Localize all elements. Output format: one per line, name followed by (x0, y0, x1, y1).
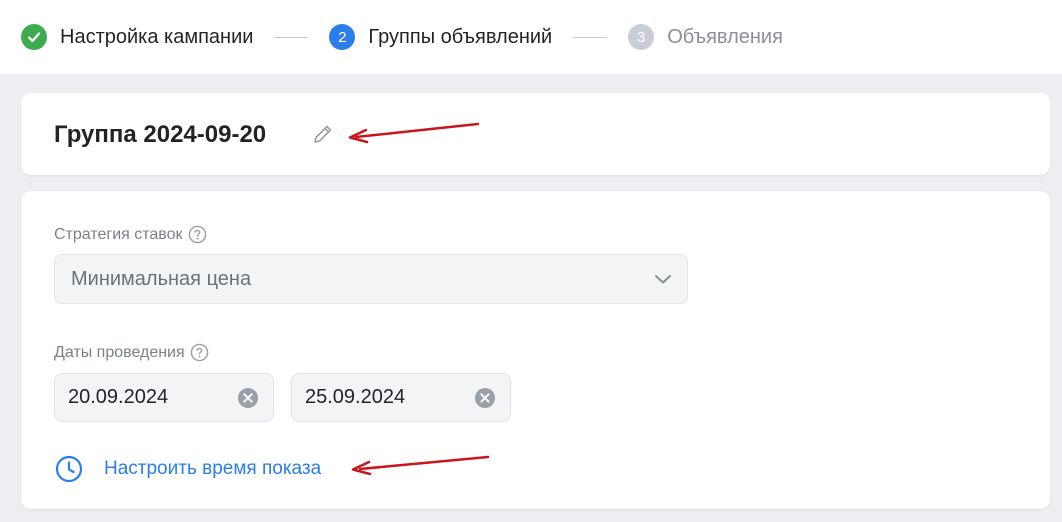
step-number: 3 (628, 24, 655, 50)
strategy-field-label: Стратегия ставок (54, 225, 207, 244)
annotation-arrow-icon (351, 455, 490, 476)
strategy-select[interactable]: Минимальная цена (54, 254, 688, 304)
configure-schedule-label: Настроить время показа (104, 458, 322, 479)
dates-field-label: Даты проведения (54, 343, 209, 362)
question-icon[interactable] (190, 343, 209, 362)
clock-icon (55, 455, 83, 483)
end-date-input[interactable]: 25.09.2024 (291, 373, 511, 422)
check-icon (21, 24, 47, 50)
dates-label: Даты проведения (54, 343, 185, 361)
clear-icon[interactable] (237, 387, 259, 409)
campaign-stepper: Настройка кампании 2 Группы объявлений 3… (0, 0, 1062, 74)
configure-schedule-link[interactable]: Настроить время показа (54, 454, 321, 484)
step-number: 2 (329, 24, 356, 50)
group-settings-card: Стратегия ставок Минимальная цена Даты п… (21, 191, 1050, 509)
step-divider (573, 36, 608, 38)
group-title: Группа 2024-09-20 (54, 121, 267, 148)
question-icon[interactable] (188, 225, 207, 244)
end-date-value: 25.09.2024 (305, 386, 406, 408)
step-label: Объявления (667, 25, 783, 48)
annotation-arrow-icon (348, 122, 480, 144)
step-divider (274, 36, 309, 38)
start-date-value: 20.09.2024 (68, 386, 169, 408)
step-campaign-settings[interactable]: Настройка кампании (21, 24, 253, 50)
group-title-card: Группа 2024-09-20 (21, 93, 1050, 175)
step-label: Настройка кампании (60, 25, 254, 48)
strategy-label: Стратегия ставок (54, 225, 183, 243)
pencil-icon[interactable] (311, 122, 335, 146)
step-ad-groups[interactable]: 2 Группы объявлений (329, 24, 552, 50)
clear-icon[interactable] (474, 387, 496, 409)
chevron-down-icon (655, 275, 671, 284)
start-date-input[interactable]: 20.09.2024 (54, 373, 274, 422)
step-label: Группы объявлений (368, 25, 553, 48)
strategy-select-value: Минимальная цена (71, 267, 252, 290)
step-ads[interactable]: 3 Объявления (628, 24, 783, 50)
